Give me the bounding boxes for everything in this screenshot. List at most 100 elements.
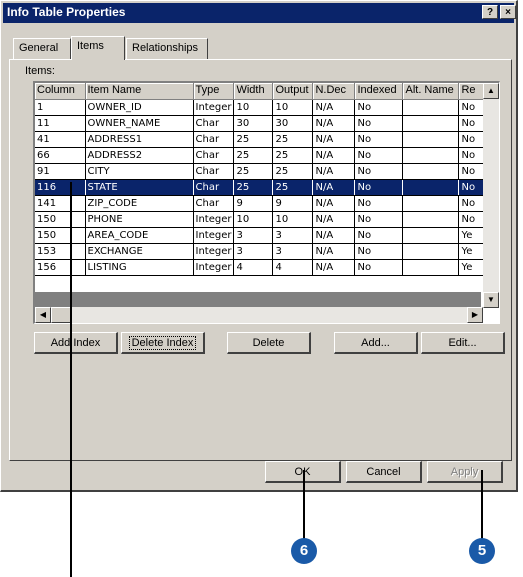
table-cell: 30 <box>233 115 274 132</box>
delete-button[interactable]: Delete <box>227 332 311 354</box>
table-row[interactable]: 150 AREA_CODE Integer 3 3 N/A No Ye <box>35 227 490 244</box>
scroll-left-arrow-icon[interactable]: ◀ <box>35 307 51 323</box>
column-header[interactable]: N.Dec <box>312 83 356 100</box>
table-row[interactable]: 1 OWNER_ID Integer 10 10 N/A No No <box>35 99 490 116</box>
table-cell: 150 <box>35 227 86 244</box>
table-cell: 3 <box>233 227 274 244</box>
table-cell: 3 <box>272 243 314 260</box>
cancel-button[interactable]: Cancel <box>346 461 422 483</box>
table-cell: Char <box>193 115 235 132</box>
table-cell: N/A <box>312 243 356 260</box>
apply-button[interactable]: Apply <box>427 461 503 483</box>
table-cell: No <box>354 179 404 196</box>
table-cell <box>402 163 460 180</box>
vertical-scrollbar[interactable]: ▲ ▼ <box>483 83 499 308</box>
delete-index-button[interactable]: Delete Index <box>121 332 205 354</box>
table-cell: 25 <box>233 179 274 196</box>
table-cell: 25 <box>272 163 314 180</box>
close-button[interactable]: × <box>500 5 516 19</box>
table-cell: N/A <box>312 147 356 164</box>
info-table-properties-dialog: Info Table Properties ? × General Items … <box>0 0 518 492</box>
table-cell: Integer <box>193 259 235 276</box>
table-cell: ZIP_CODE <box>85 195 194 212</box>
table-cell: 25 <box>272 179 314 196</box>
table-cell: No <box>354 99 404 116</box>
items-grid[interactable]: Column Item Name Type Width Output N.Dec… <box>33 81 500 324</box>
table-cell: Char <box>193 195 235 212</box>
table-cell: 153 <box>35 243 86 260</box>
edit-button[interactable]: Edit... <box>421 332 505 354</box>
table-cell: N/A <box>312 131 356 148</box>
column-header[interactable]: Item Name <box>85 83 194 100</box>
tab-general[interactable]: General <box>13 38 71 59</box>
table-cell: N/A <box>312 259 356 276</box>
table-cell: Char <box>193 147 235 164</box>
table-cell: EXCHANGE <box>85 243 194 260</box>
table-cell: 4 <box>272 259 314 276</box>
table-cell <box>402 179 460 196</box>
table-cell: N/A <box>312 195 356 212</box>
column-header[interactable]: Output <box>272 83 314 100</box>
table-cell: CITY <box>85 163 194 180</box>
table-cell: ADDRESS1 <box>85 131 194 148</box>
table-cell: 156 <box>35 259 86 276</box>
table-cell: STATE <box>85 179 194 196</box>
add-button[interactable]: Add... <box>334 332 418 354</box>
table-cell: No <box>354 243 404 260</box>
scroll-thumb[interactable] <box>51 307 71 323</box>
help-button[interactable]: ? <box>482 5 498 19</box>
table-cell: 141 <box>35 195 86 212</box>
table-cell: 9 <box>272 195 314 212</box>
table-row[interactable]: 41 ADDRESS1 Char 25 25 N/A No No <box>35 131 490 148</box>
table-cell: No <box>354 227 404 244</box>
table-cell: Char <box>193 179 235 196</box>
table-cell: 66 <box>35 147 86 164</box>
callout-line-ok <box>303 470 305 540</box>
column-header[interactable]: Column <box>35 83 86 100</box>
table-row[interactable]: 116 STATE Char 25 25 N/A No No <box>35 179 490 196</box>
table-cell: Integer <box>193 99 235 116</box>
table-cell: 4 <box>233 259 274 276</box>
table-cell: 30 <box>272 115 314 132</box>
table-cell: 11 <box>35 115 86 132</box>
table-row[interactable]: 66 ADDRESS2 Char 25 25 N/A No No <box>35 147 490 164</box>
table-cell: ADDRESS2 <box>85 147 194 164</box>
table-cell: AREA_CODE <box>85 227 194 244</box>
table-cell: 10 <box>272 99 314 116</box>
column-header[interactable]: Type <box>193 83 235 100</box>
table-cell: LISTING <box>85 259 194 276</box>
table-cell: N/A <box>312 211 356 228</box>
table-cell: No <box>354 259 404 276</box>
table-cell: PHONE <box>85 211 194 228</box>
column-header[interactable]: Alt. Name <box>402 83 460 100</box>
column-header[interactable]: Indexed <box>354 83 404 100</box>
table-cell: Integer <box>193 227 235 244</box>
items-label: Items: <box>25 65 55 77</box>
table-cell: 25 <box>272 147 314 164</box>
table-row[interactable]: 153 EXCHANGE Integer 3 3 N/A No Ye <box>35 243 490 260</box>
grid-empty-area <box>35 292 481 308</box>
table-cell: OWNER_NAME <box>85 115 194 132</box>
table-cell <box>402 147 460 164</box>
add-index-button[interactable]: Add Index <box>34 332 118 354</box>
scroll-up-arrow-icon[interactable]: ▲ <box>483 83 499 99</box>
tab-relationships[interactable]: Relationships <box>126 38 208 59</box>
table-row[interactable]: 141 ZIP_CODE Char 9 9 N/A No No <box>35 195 490 212</box>
table-cell <box>402 259 460 276</box>
table-cell: 91 <box>35 163 86 180</box>
table-row[interactable]: 91 CITY Char 25 25 N/A No No <box>35 163 490 180</box>
table-cell: No <box>354 115 404 132</box>
scroll-right-arrow-icon[interactable]: ▶ <box>467 307 483 323</box>
scroll-down-arrow-icon[interactable]: ▼ <box>483 292 499 308</box>
table-cell: 150 <box>35 211 86 228</box>
table-cell: 10 <box>233 211 274 228</box>
table-cell <box>402 99 460 116</box>
table-cell: 41 <box>35 131 86 148</box>
column-header[interactable]: Width <box>233 83 274 100</box>
horizontal-scrollbar[interactable]: ◀ ▶ <box>35 307 483 323</box>
table-row[interactable]: 11 OWNER_NAME Char 30 30 N/A No No <box>35 115 490 132</box>
table-row[interactable]: 156 LISTING Integer 4 4 N/A No Ye <box>35 259 490 276</box>
table-row[interactable]: 150 PHONE Integer 10 10 N/A No No <box>35 211 490 228</box>
table-cell <box>402 115 460 132</box>
tab-items[interactable]: Items <box>71 36 125 60</box>
